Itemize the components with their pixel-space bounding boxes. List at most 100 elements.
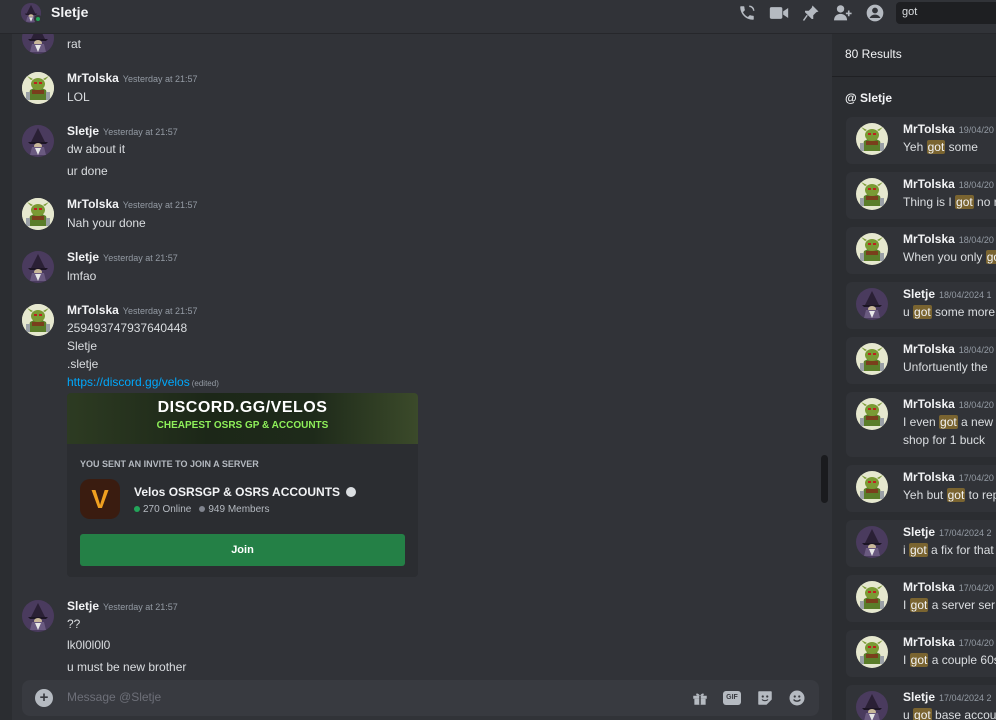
profile-icon[interactable] — [864, 3, 886, 23]
message-text: Sletje — [67, 339, 98, 353]
search-result-item[interactable]: MrTolska 17/04/20 I got a couple 60s — [846, 630, 996, 677]
avatar[interactable] — [22, 198, 54, 230]
search-result-item[interactable]: MrTolska18/04/20 When you only go — [846, 227, 996, 274]
guild-stats: 270 Online 949 Members — [134, 504, 270, 515]
search-result-item[interactable]: MrTolska 17/04/20 Yeh but got to rep — [846, 465, 996, 512]
gift-icon[interactable] — [690, 688, 710, 708]
message-text: rat — [67, 37, 82, 51]
result-text: u got base accou — [903, 708, 996, 720]
divider — [832, 76, 996, 77]
result-date: 17/04/2024 2 — [939, 528, 992, 538]
result-author-name: MrTolska — [903, 580, 955, 594]
message-text: lk0l0l0l0 — [67, 638, 111, 652]
result-text: Thing is I got no r — [903, 195, 996, 209]
search-results-panel: 80 Results @ Sletje MrTolska 19/04/20 Yeh … — [832, 34, 996, 720]
result-date: 18/04/2024 1 — [939, 290, 992, 300]
message-text: ur done — [67, 164, 108, 178]
result-author: MrTolska 18/04/20 — [903, 177, 994, 191]
result-date: 17/04/20 — [958, 473, 994, 483]
chat-scrollbar[interactable] — [821, 455, 828, 503]
search-result-item[interactable]: Sletje 17/04/2024 2 i got a fix for that — [846, 520, 996, 567]
result-author: MrTolska 17/04/20 — [903, 580, 994, 594]
timestamp: Yesterday at 21:57 — [122, 74, 198, 84]
result-text-post: some more — [931, 305, 996, 319]
search-result-item[interactable]: MrTolska 18/04/20 Thing is I got no r — [846, 172, 996, 219]
message-text: u must be new brother — [67, 660, 187, 674]
search-result-item[interactable]: Sletje 18/04/2024 1 u got some more — [846, 282, 996, 329]
result-text-post: base accou — [931, 708, 996, 720]
avatar — [856, 123, 888, 155]
phone-call-icon[interactable] — [736, 3, 758, 23]
join-button[interactable]: Join — [80, 534, 405, 566]
result-text-pre: I — [903, 598, 910, 612]
pin-icon[interactable] — [800, 3, 822, 23]
avatar — [856, 471, 888, 503]
avatar[interactable] — [22, 251, 54, 283]
message-header: MrTolska Yesterday at 21:57 — [67, 303, 198, 317]
result-text-pre: Unfortuently the — [903, 360, 988, 374]
author-name[interactable]: Sletje — [67, 124, 99, 138]
search-input[interactable]: got — [896, 2, 996, 24]
results-count: 80 Results — [845, 47, 902, 61]
avatar[interactable] — [22, 304, 54, 336]
message-header: Sletje Yesterday at 21:57 — [67, 250, 178, 264]
search-result-item[interactable]: MrTolska18/04/20 I even got a new s shop f… — [846, 392, 996, 457]
result-date: 18/04/20 — [958, 400, 994, 410]
result-text: I got a server ser — [903, 598, 995, 612]
result-author: MrTolska 17/04/20 — [903, 635, 994, 649]
result-text: Yeh got some — [903, 140, 978, 154]
result-text-pre: I even — [903, 415, 940, 429]
result-author-name: Sletje — [903, 525, 936, 539]
result-date: 17/04/20 — [958, 638, 994, 648]
search-highlight: got — [913, 708, 932, 720]
search-highlight: go — [985, 250, 996, 264]
result-text: When you only go — [903, 250, 996, 264]
avatar[interactable] — [22, 34, 54, 54]
result-text: u got some more — [903, 305, 995, 319]
author-name[interactable]: MrTolska — [67, 303, 119, 317]
author-name[interactable]: Sletje — [67, 599, 99, 613]
message-input[interactable]: Message @Sletje — [67, 690, 161, 704]
verified-badge-icon — [346, 487, 357, 497]
search-result-item[interactable]: Sletje 17/04/2024 2 u got base accou — [846, 685, 996, 720]
result-text: Yeh but got to rep — [903, 488, 996, 502]
avatar[interactable] — [22, 72, 54, 104]
result-author-name: Sletje — [903, 287, 936, 301]
author-name[interactable]: MrTolska — [67, 71, 119, 85]
timestamp: Yesterday at 21:57 — [103, 127, 178, 137]
plus-icon[interactable]: + — [35, 689, 53, 707]
video-camera-icon[interactable] — [768, 3, 790, 23]
timestamp: Yesterday at 21:57 — [103, 253, 178, 263]
avatar — [856, 178, 888, 210]
author-name[interactable]: Sletje — [67, 250, 99, 264]
result-date: 18/04/20 — [958, 235, 994, 245]
search-result-item[interactable]: MrTolska 19/04/20 Yeh got some — [846, 117, 996, 164]
result-date: 17/04/2024 2 — [939, 693, 992, 703]
result-author: MrTolska 17/04/20 — [903, 470, 994, 484]
avatar[interactable] — [22, 125, 54, 157]
invite-link[interactable]: https://discord.gg/velos — [67, 375, 190, 389]
author-name[interactable]: MrTolska — [67, 197, 119, 211]
search-highlight: got — [939, 415, 958, 429]
sticker-icon[interactable] — [755, 688, 775, 708]
online-count: 270 Online — [143, 504, 192, 515]
message-header: Sletje Yesterday at 21:57 — [67, 124, 178, 138]
search-result-item[interactable]: MrTolska 17/04/20 I got a server ser — [846, 575, 996, 622]
result-text: I got a couple 60s — [903, 653, 996, 667]
add-friend-icon[interactable] — [832, 3, 854, 23]
emoji-icon[interactable] — [787, 688, 807, 708]
result-text-pre: Thing is I — [903, 195, 956, 209]
result-author-name: Sletje — [903, 690, 936, 704]
result-text-post: a couple 60s — [928, 653, 996, 667]
avatar — [856, 526, 888, 558]
avatar — [856, 233, 888, 265]
result-author: MrTolska 18/04/20 — [903, 397, 994, 411]
avatar[interactable] — [22, 600, 54, 632]
message-header: Sletje Yesterday at 21:57 — [67, 599, 178, 613]
online-status-icon — [34, 15, 42, 23]
result-text-pre: Yeh — [903, 140, 927, 154]
result-text-pre: When you only — [903, 250, 986, 264]
message-text: LOL — [67, 90, 90, 104]
search-result-item[interactable]: MrTolska 18/04/20 Unfortuently the — [846, 337, 996, 384]
gif-icon[interactable]: GIF — [722, 688, 742, 708]
